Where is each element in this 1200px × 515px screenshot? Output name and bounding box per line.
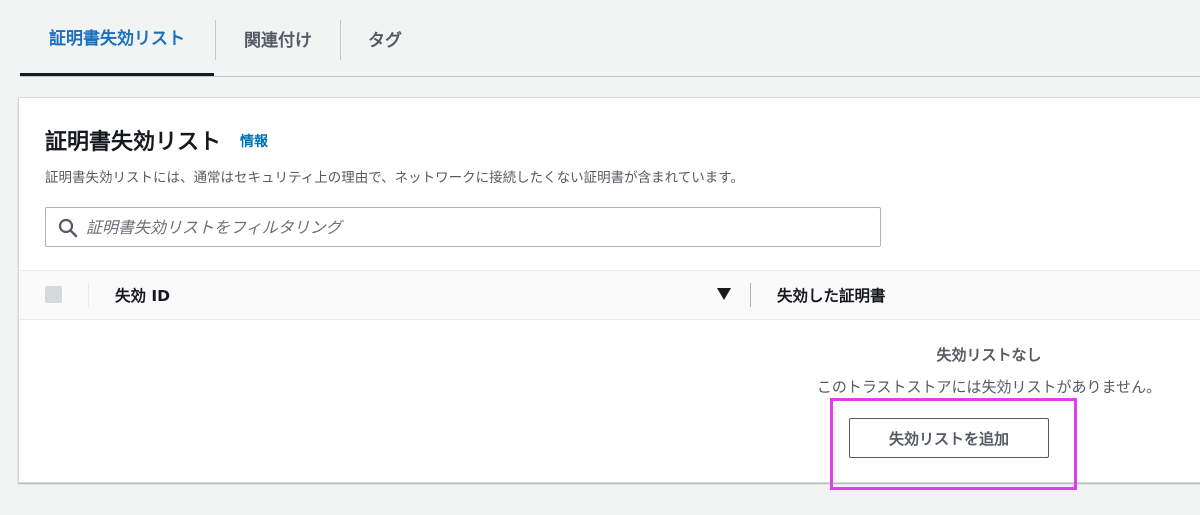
search-icon (58, 218, 78, 238)
revocation-list-panel: 証明書失効リスト 情報 証明書失効リストには、通常はセキュリティ上の理由で、ネッ… (18, 97, 1200, 483)
add-revocation-list-button[interactable]: 失効リストを追加 (849, 418, 1049, 458)
tab-associations[interactable]: 関連付け (216, 0, 340, 76)
caret-down-icon[interactable] (717, 288, 731, 300)
empty-state-description: このトラストストアには失効リストがありません。 (816, 378, 1162, 396)
tab-bar: 証明書失効リスト 関連付け タグ (20, 0, 1200, 77)
column-divider[interactable] (750, 283, 751, 307)
search-field[interactable] (45, 207, 881, 247)
column-header-revocation-id[interactable]: 失効 ID (115, 284, 170, 306)
tab-tags[interactable]: タグ (341, 0, 429, 76)
column-header-revoked-certificate[interactable]: 失効した証明書 (777, 284, 886, 306)
panel-description: 証明書失効リストには、通常はセキュリティ上の理由で、ネットワークに接続したくない… (45, 170, 744, 186)
empty-state-title: 失効リストなし (936, 346, 1042, 364)
info-link[interactable]: 情報 (240, 131, 268, 151)
tab-revocation-lists[interactable]: 証明書失効リスト (20, 0, 214, 76)
select-all-checkbox[interactable] (45, 286, 62, 303)
panel-title: 証明書失効リスト (45, 130, 222, 155)
column-divider (88, 283, 89, 307)
table-header: 失効 ID 失効した証明書 (19, 270, 1200, 320)
search-input[interactable] (86, 208, 866, 246)
